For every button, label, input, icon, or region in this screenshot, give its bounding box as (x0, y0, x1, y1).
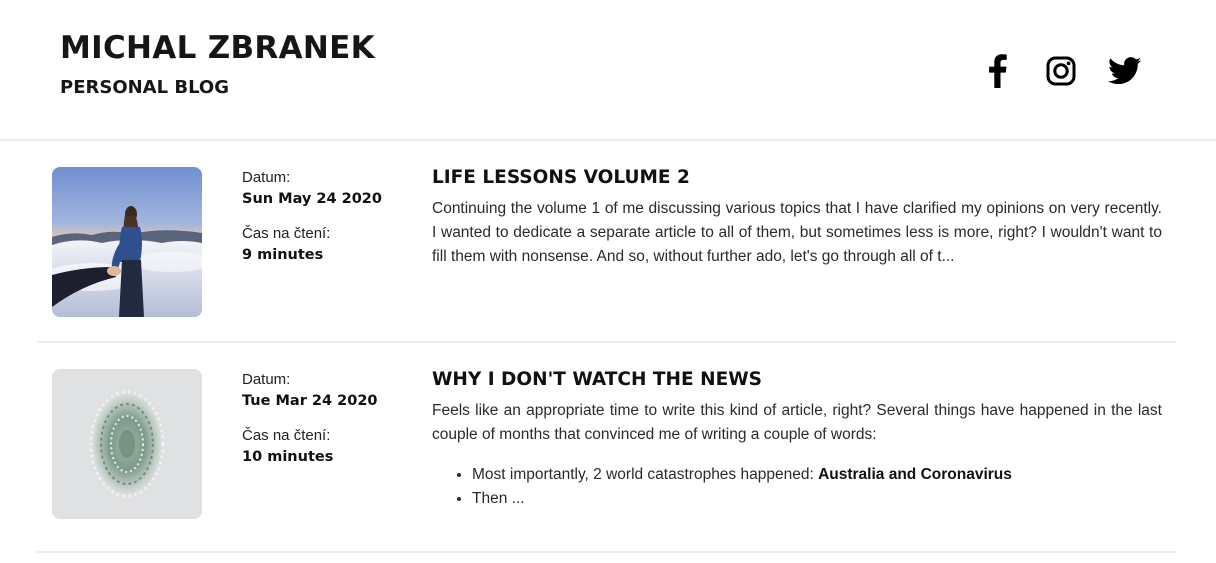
site-subtitle: PERSONAL BLOG (60, 77, 229, 98)
post-item: Datum: Tue Mar 24 2020 Čas na čtení: 10 … (37, 343, 1176, 553)
list-item: Then ... (472, 487, 1162, 511)
site-title[interactable]: MICHAL ZBRANEK (60, 28, 375, 68)
facebook-icon[interactable] (978, 52, 1016, 90)
post-content: WHY I DON'T WATCH THE NEWS Feels like an… (432, 367, 1162, 511)
instagram-icon[interactable] (1042, 52, 1080, 90)
post-content: LIFE LESSONS VOLUME 2 Continuing the vol… (432, 165, 1162, 269)
reading-time-label: Čas na čtení: (242, 427, 331, 444)
bullet-text: Most importantly, 2 world catastrophes h… (472, 466, 819, 483)
reading-time: 10 minutes (242, 449, 334, 465)
post-date: Tue Mar 24 2020 (242, 393, 378, 409)
post-thumbnail[interactable] (52, 167, 202, 317)
post-meta: Datum: Sun May 24 2020 Čas na čtení: 9 m… (242, 168, 412, 280)
post-excerpt: Continuing the volume 1 of me discussing… (432, 200, 1162, 265)
reading-time: 9 minutes (242, 247, 324, 263)
post-date: Sun May 24 2020 (242, 191, 382, 207)
post-item: Datum: Sun May 24 2020 Čas na čtení: 9 m… (37, 141, 1176, 343)
post-thumbnail[interactable] (52, 369, 202, 519)
list-item: Most importantly, 2 world catastrophes h… (472, 463, 1162, 487)
reading-time-label: Čas na čtení: (242, 225, 331, 242)
post-title[interactable]: WHY I DON'T WATCH THE NEWS (432, 367, 1162, 393)
site-header: MICHAL ZBRANEK PERSONAL BLOG (0, 0, 1216, 141)
post-title[interactable]: LIFE LESSONS VOLUME 2 (432, 165, 1162, 191)
date-label: Datum: (242, 169, 291, 186)
post-bullet-list: Most importantly, 2 world catastrophes h… (432, 463, 1162, 511)
post-excerpt: Feels like an appropriate time to write … (432, 402, 1162, 443)
bullet-bold-text: Australia and Coronavirus (818, 466, 1012, 483)
twitter-icon[interactable] (1106, 52, 1144, 90)
bullet-text: Then ... (472, 490, 525, 507)
date-label: Datum: (242, 371, 291, 388)
post-meta: Datum: Tue Mar 24 2020 Čas na čtení: 10 … (242, 370, 412, 482)
